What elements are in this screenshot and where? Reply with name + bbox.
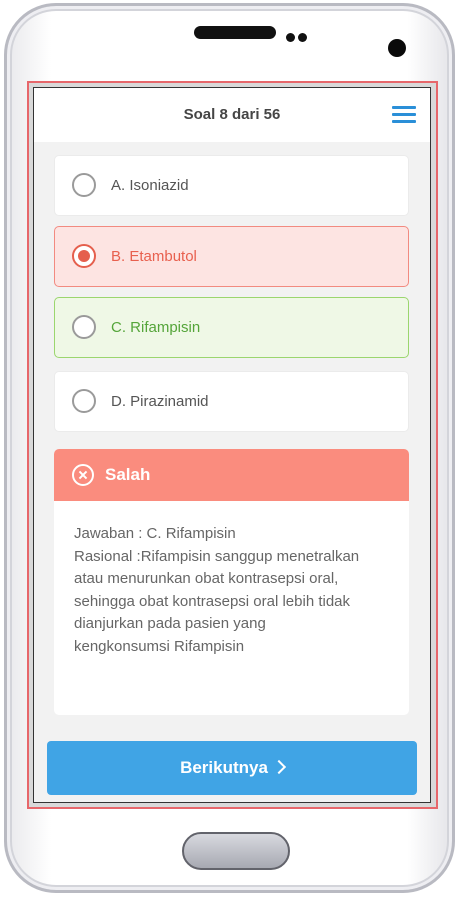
next-button-row: Berikutnya	[47, 758, 417, 778]
explanation-line: kengkonsumsi Rifampisin	[74, 637, 245, 655]
explanation-line: atau menurunkan obat kontrasepsi oral,	[74, 570, 339, 587]
radio-selected-icon	[72, 244, 96, 268]
option-label: D. Pirazinamid	[111, 393, 209, 410]
next-button-label: Berikutnya	[180, 758, 268, 777]
phone-sensor-dot	[298, 33, 307, 42]
explanation-line: dianjurkan pada pasien yang	[74, 615, 266, 632]
next-button[interactable]: Berikutnya	[47, 741, 417, 795]
phone-speaker	[194, 26, 276, 39]
phone-sensor-dot	[286, 33, 295, 42]
option-c[interactable]: C. Rifampisin	[54, 297, 409, 358]
x-circle-icon	[72, 464, 94, 486]
radio-unselected-icon	[72, 173, 96, 197]
top-bar: Soal 8 dari 56	[34, 88, 430, 142]
front-camera	[388, 39, 406, 57]
home-button[interactable]	[182, 832, 290, 870]
chevron-right-icon	[271, 759, 287, 775]
feedback-explanation: Jawaban : C. Rifampisin Rasional :Rifamp…	[74, 523, 399, 658]
option-label: B. Etambutol	[111, 248, 197, 265]
explanation-line: Jawaban : C. Rifampisin	[74, 525, 236, 542]
feedback-status: Salah	[105, 465, 151, 484]
option-b[interactable]: B. Etambutol	[54, 226, 409, 287]
option-label: A. Isoniazid	[111, 177, 189, 194]
option-a[interactable]: A. Isoniazid	[54, 155, 409, 216]
option-d[interactable]: D. Pirazinamid	[54, 371, 409, 432]
explanation-line: sehingga obat kontrasepsi oral lebih tid…	[74, 592, 351, 610]
feedback-header: Salah	[54, 449, 409, 501]
option-label: C. Rifampisin	[111, 319, 201, 336]
answer-feedback-card: Salah Jawaban : C. Rifampisin Rasional :…	[54, 449, 409, 715]
radio-unselected-icon	[72, 315, 96, 339]
explanation-line: Rasional :Rifampisin sanggup menetralkan	[74, 547, 360, 565]
question-counter: Soal 8 dari 56	[183, 106, 281, 123]
app-screen: Soal 8 dari 56 A. Isoniazid B. Etambutol…	[33, 87, 431, 803]
radio-unselected-icon	[72, 389, 96, 413]
hamburger-menu-icon[interactable]	[392, 106, 416, 124]
